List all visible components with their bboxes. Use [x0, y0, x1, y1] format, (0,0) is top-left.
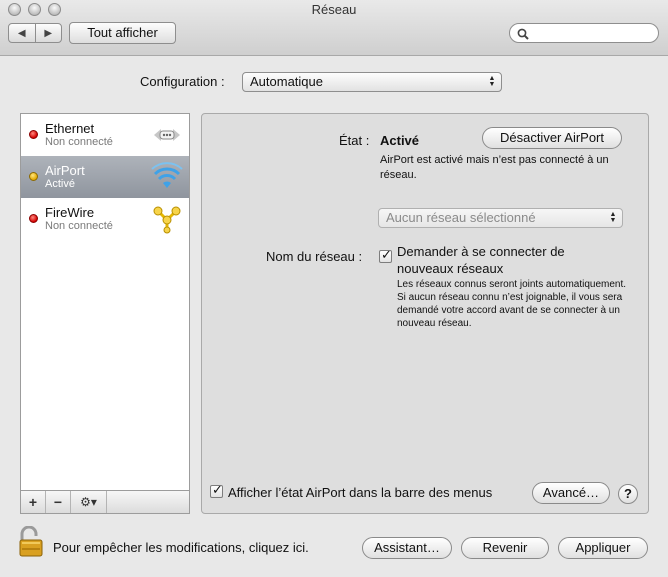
back-button[interactable]: ◀ — [9, 24, 36, 42]
state-value: Activé — [380, 133, 420, 148]
status-dot-red-icon — [29, 214, 38, 223]
checkmark-icon: ✓ — [212, 482, 223, 497]
forward-button[interactable]: ▶ — [36, 24, 62, 42]
configuration-popup[interactable]: Automatique ▲ ▼ — [242, 72, 502, 92]
service-list-toolbar: + − ⚙▾ — [20, 491, 190, 514]
ask-to-join-description: Les réseaux connus seront joints automat… — [397, 279, 627, 329]
popup-arrows-icon: ▲ ▼ — [488, 75, 496, 88]
service-item-firewire[interactable]: FireWire Non connecté — [21, 198, 189, 240]
service-status: Non connecté — [45, 220, 113, 232]
service-name: FireWire — [45, 205, 95, 220]
ask-to-join-label: Demander à se connecter de nouveaux rése… — [397, 244, 565, 276]
lock-icon[interactable] — [17, 526, 45, 558]
apply-button[interactable]: Appliquer — [558, 537, 648, 559]
show-status-in-menubar-label: Afficher l’état AirPort dans la barre de… — [228, 485, 493, 500]
service-item-airport[interactable]: AirPort Activé — [21, 156, 189, 198]
configuration-label: Configuration : — [140, 74, 225, 89]
status-dot-red-icon — [29, 130, 38, 139]
revert-button[interactable]: Revenir — [461, 537, 549, 559]
back-forward-control: ◀ ▶ — [8, 23, 62, 43]
ethernet-icon — [154, 129, 180, 141]
service-status: Activé — [45, 178, 75, 190]
airport-wifi-icon — [151, 162, 183, 188]
configuration-value: Automatique — [250, 74, 323, 89]
show-status-in-menubar-checkbox[interactable]: ✓ — [210, 482, 223, 498]
service-item-ethernet[interactable]: Ethernet Non connecté — [21, 114, 189, 156]
toolbar: Réseau ◀ ▶ Tout afficher — [0, 0, 668, 56]
advanced-button[interactable]: Avancé… — [532, 482, 610, 504]
help-button[interactable]: ? — [618, 484, 638, 504]
ask-to-join-checkbox[interactable]: ✓ — [379, 247, 392, 263]
assistant-button[interactable]: Assistant… — [362, 537, 452, 559]
network-preferences-window: Réseau ◀ ▶ Tout afficher Configuration :… — [0, 0, 668, 577]
add-service-button[interactable]: + — [21, 491, 46, 513]
service-list: Ethernet Non connecté AirPort Activé Fir… — [20, 113, 190, 491]
window-title: Réseau — [311, 2, 357, 17]
popup-arrows-icon: ▲ ▼ — [609, 211, 617, 224]
network-name-label: Nom du réseau : — [266, 249, 363, 264]
network-popup[interactable]: Aucun réseau sélectionné ▲ ▼ — [378, 208, 623, 228]
deactivate-airport-button[interactable]: Désactiver AirPort — [482, 127, 622, 149]
service-status: Non connecté — [45, 136, 113, 148]
lock-message: Pour empêcher les modifications, cliquez… — [53, 540, 309, 555]
network-popup-value: Aucun réseau sélectionné — [386, 210, 536, 225]
checkmark-icon: ✓ — [381, 247, 392, 262]
state-label: État : — [339, 133, 370, 148]
gear-menu-button[interactable]: ⚙▾ — [71, 491, 107, 513]
remove-service-button[interactable]: − — [46, 491, 71, 513]
firewire-icon — [153, 206, 181, 234]
show-all-button[interactable]: Tout afficher — [69, 22, 176, 44]
state-description: AirPort est activé mais n’est pas connec… — [380, 154, 609, 181]
status-dot-yellow-icon — [29, 172, 38, 181]
service-name: AirPort — [45, 163, 85, 178]
search-field[interactable] — [509, 23, 659, 43]
search-icon — [517, 28, 529, 40]
service-name: Ethernet — [45, 121, 95, 136]
